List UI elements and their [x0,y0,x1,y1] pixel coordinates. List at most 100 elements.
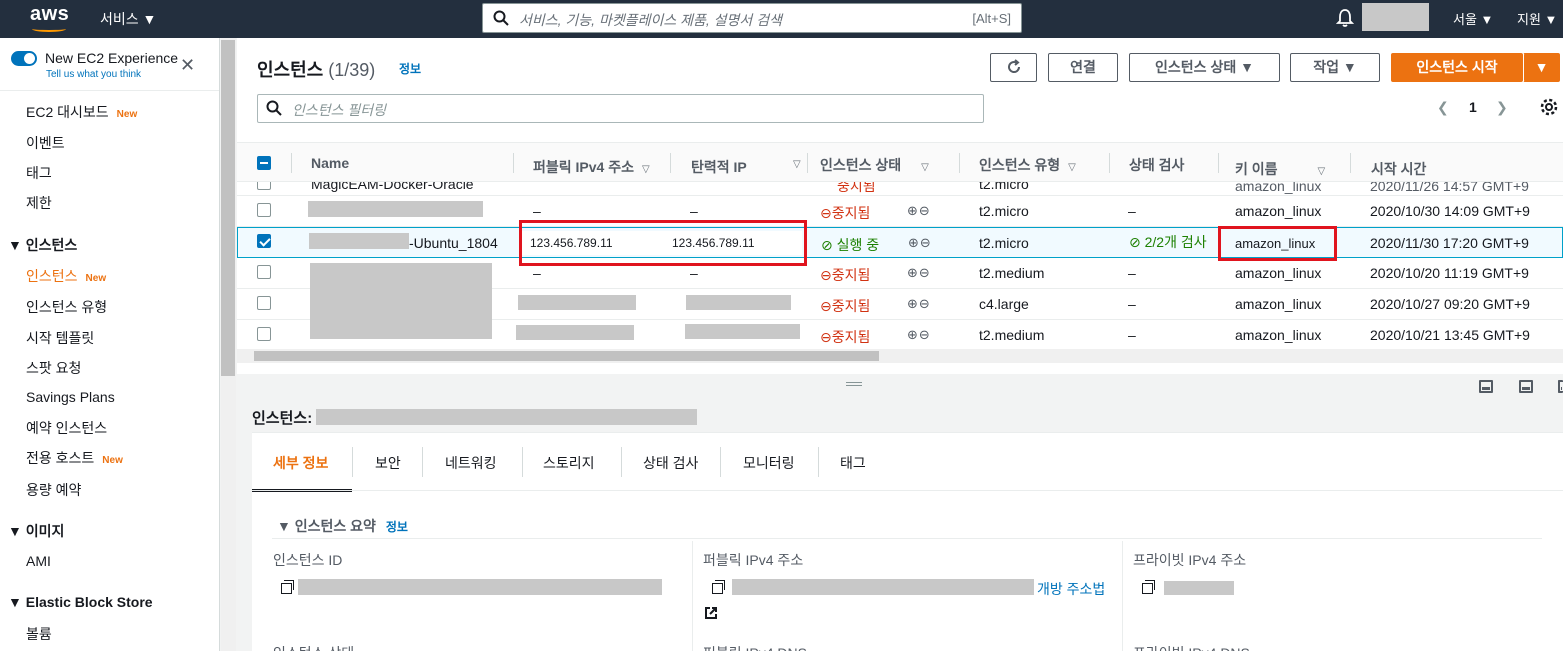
bell-icon[interactable] [1336,8,1354,28]
sidebar-item-limits[interactable]: 제한 [26,193,52,213]
region-selector[interactable]: 서울 ▼ [1453,9,1493,28]
sidebar-item-instance-types[interactable]: 인스턴스 유형 [26,297,107,317]
sidebar-section-instances[interactable]: ▼ 인스턴스 [8,235,77,255]
external-link-icon[interactable] [704,606,718,620]
tab-tags[interactable]: 태그 [840,453,866,473]
connect-button[interactable]: 연결 [1048,53,1118,82]
scrollbar-thumb[interactable] [254,351,879,361]
sidebar-item-ami[interactable]: AMI [26,553,51,569]
label-public-dns: 퍼블릭 IPv4 DNS [703,643,807,651]
sidebar-item-events[interactable]: 이벤트 [26,133,65,153]
column-header-key-name[interactable]: 키 이름 ▽ [1235,159,1325,179]
new-experience-toggle[interactable] [11,51,37,66]
copy-icon[interactable] [1142,580,1155,594]
pane-bottom-icon[interactable] [1479,380,1493,393]
copy-icon[interactable] [281,580,294,594]
tab-security[interactable]: 보안 [375,453,401,473]
sidebar-item-spot-requests[interactable]: 스팟 요청 [26,358,81,378]
instance-summary-header[interactable]: ▼ 인스턴스 요약 정보 [277,516,408,536]
sidebar-item-volumes[interactable]: 볼륨 [26,624,52,644]
column-divider [1109,153,1110,173]
global-search[interactable]: 서비스, 기능, 마켓플레이스 제품, 설명서 검색 [Alt+S] [482,3,1022,33]
table-row[interactable]: MagicEAM-Docker-Oracle 중지됨 t2.micro amaz… [237,182,1563,196]
sidebar-item-launch-templates[interactable]: 시작 템플릿 [26,328,94,348]
zoom-icons[interactable]: ⊕⊖ [907,203,931,219]
table-row-selected[interactable]: -Ubuntu_1804 123.456.789.11 123.456.789.… [237,227,1563,258]
row-checkbox[interactable] [257,265,271,279]
tab-status-checks[interactable]: 상태 검사 [643,453,698,473]
column-header-type[interactable]: 인스턴스 유형 ▽ [979,155,1076,175]
row-checkbox[interactable] [257,327,271,341]
row-checkbox[interactable] [257,296,271,310]
status-check: – [1128,203,1136,219]
launch-time: 2020/11/26 14:57 GMT+9 [1370,182,1529,194]
column-header-launch-time[interactable]: 시작 시간 [1371,159,1426,179]
gear-icon[interactable] [1539,97,1559,117]
page-prev-button[interactable]: ❮ [1437,99,1449,116]
sidebar: New EC2 Experience Tell us what you thin… [0,38,220,651]
tab-details[interactable]: 세부 정보 [273,453,328,473]
instance-state-dropdown[interactable]: 인스턴스 상태 ▼ [1129,53,1280,82]
zoom-icons[interactable]: ⊕⊖ [907,296,931,312]
services-menu[interactable]: 서비스 ▼ [100,9,156,29]
table-row[interactable]: – – ⊖중지됨 ⊕⊖ t2.medium – amazon_linux 202… [237,258,1563,339]
account-menu-redacted[interactable] [1362,3,1429,31]
sidebar-item-savings-plans[interactable]: Savings Plans [26,389,115,405]
sidebar-item-reserved-instances[interactable]: 예약 인스턴스 [26,418,107,438]
sidebar-item-tags[interactable]: 태그 [26,163,52,183]
refresh-button[interactable] [990,53,1037,82]
tab-networking[interactable]: 네트워킹 [445,453,497,473]
instance-state: ⊖중지됨 [820,203,870,223]
copy-icon[interactable] [712,580,725,594]
sidebar-section-images[interactable]: ▼ 이미지 [8,521,64,541]
sidebar-item-capacity-reservations[interactable]: 용량 예약 [26,480,81,500]
info-link[interactable]: 정보 [386,520,408,534]
instance-filter[interactable]: 인스턴스 필터링 [257,94,984,123]
page-next-button[interactable]: ❯ [1496,99,1508,116]
zoom-icons[interactable]: ⊕⊖ [907,327,931,343]
column-header-name[interactable]: Name [311,155,349,171]
sidebar-item-dedicated-hosts[interactable]: 전용 호스트 New [26,448,123,468]
launch-instances-button[interactable]: 인스턴스 시작 [1391,53,1523,82]
redacted-public-ip [516,325,634,340]
tab-storage[interactable]: 스토리지 [543,453,595,473]
column-header-status-check[interactable]: 상태 검사 [1129,155,1184,175]
sidebar-scrollbar[interactable] [221,38,236,651]
pane-split-icon[interactable] [1519,380,1533,393]
tab-monitoring[interactable]: 모니터링 [743,453,795,473]
column-header-state[interactable]: 인스턴스 상태 ▽ [820,155,929,175]
actions-dropdown[interactable]: 작업 ▼ [1290,53,1380,82]
aws-logo[interactable]: aws [30,3,69,32]
row-checkbox[interactable] [257,182,271,190]
scrollbar-thumb[interactable] [221,40,235,376]
table-horizontal-scrollbar[interactable] [237,349,1563,363]
close-icon[interactable]: ✕ [180,55,195,76]
sidebar-section-ebs[interactable]: ▼ Elastic Block Store [8,594,153,610]
feedback-link[interactable]: Tell us what you think [46,69,141,80]
column-header-elastic-ip[interactable]: 탄력적 IP [691,157,747,177]
new-badge: New [102,455,123,466]
launch-dropdown-button[interactable]: ▼ [1523,53,1560,82]
divider [0,90,219,91]
page-number[interactable]: 1 [1469,99,1477,115]
row-checkbox[interactable] [257,234,271,248]
sidebar-item-instances[interactable]: 인스턴스 New [26,266,106,286]
sidebar-item-dashboard[interactable]: EC2 대시보드 New [26,102,137,122]
zoom-icons[interactable]: ⊕⊖ [908,235,932,251]
column-header-public-ip[interactable]: 퍼블릭 IPv4 주소 ▽ [533,157,650,177]
search-icon [493,10,509,26]
redacted-name [309,233,409,249]
table-row[interactable]: – – ⊖중지됨 ⊕⊖ t2.micro – amazon_linux 2020… [237,196,1563,227]
resize-handle-icon[interactable] [846,382,862,386]
info-link[interactable]: 정보 [399,60,421,77]
table-header: Name 퍼블릭 IPv4 주소 ▽ 탄력적 IP ▽ 인스턴스 상태 ▽ 인스턴스… [237,142,1563,182]
pane-side-icon[interactable] [1558,380,1563,393]
select-all-checkbox[interactable] [257,156,271,170]
zoom-icons[interactable]: ⊕⊖ [907,265,931,281]
sort-icon[interactable]: ▽ [793,159,801,170]
column-divider [1122,541,1123,651]
open-address-link[interactable]: 개방 주소법 [1037,579,1105,599]
row-checkbox[interactable] [257,203,271,217]
tab-divider [422,447,423,477]
support-menu[interactable]: 지원 ▼ [1517,9,1557,28]
